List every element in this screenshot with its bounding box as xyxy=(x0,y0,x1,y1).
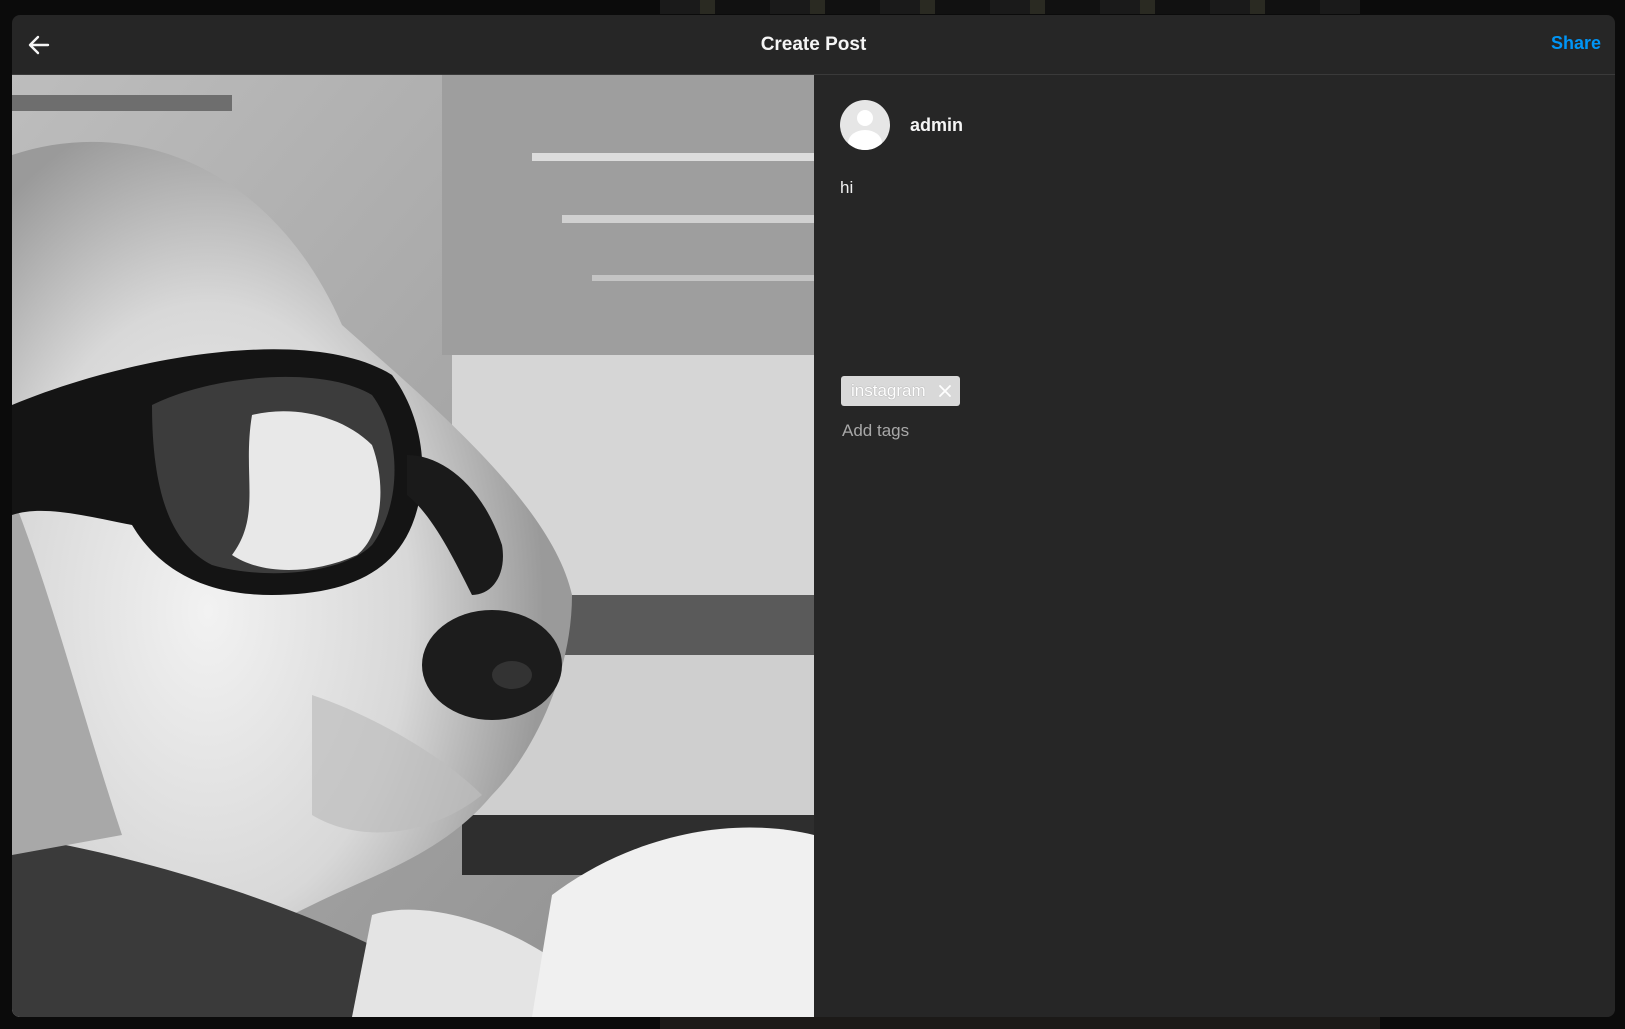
tag-chip-instagram: instagram xyxy=(841,376,960,406)
tag-label: instagram xyxy=(851,381,926,400)
create-post-modal: Create Post Share admin hi instagram Add… xyxy=(12,15,1615,1017)
default-avatar-icon xyxy=(840,100,890,150)
modal-header: Create Post Share xyxy=(12,15,1615,75)
post-details-panel: admin hi instagram xyxy=(814,75,1615,1017)
modal-title: Create Post xyxy=(760,33,867,55)
author-row: admin xyxy=(840,100,963,150)
username: admin xyxy=(910,114,964,135)
caption-textarea[interactable]: hi xyxy=(840,178,1600,348)
arrow-left-icon xyxy=(28,35,50,55)
back-button[interactable] xyxy=(24,30,54,60)
image-preview xyxy=(12,75,814,1017)
dog-photo xyxy=(12,75,814,1017)
background-page-bottom xyxy=(660,1017,1380,1029)
close-icon[interactable] xyxy=(938,384,952,398)
background-page-top xyxy=(660,0,1360,14)
share-button[interactable]: Share xyxy=(1551,33,1601,54)
add-tags-input[interactable] xyxy=(840,420,1244,442)
